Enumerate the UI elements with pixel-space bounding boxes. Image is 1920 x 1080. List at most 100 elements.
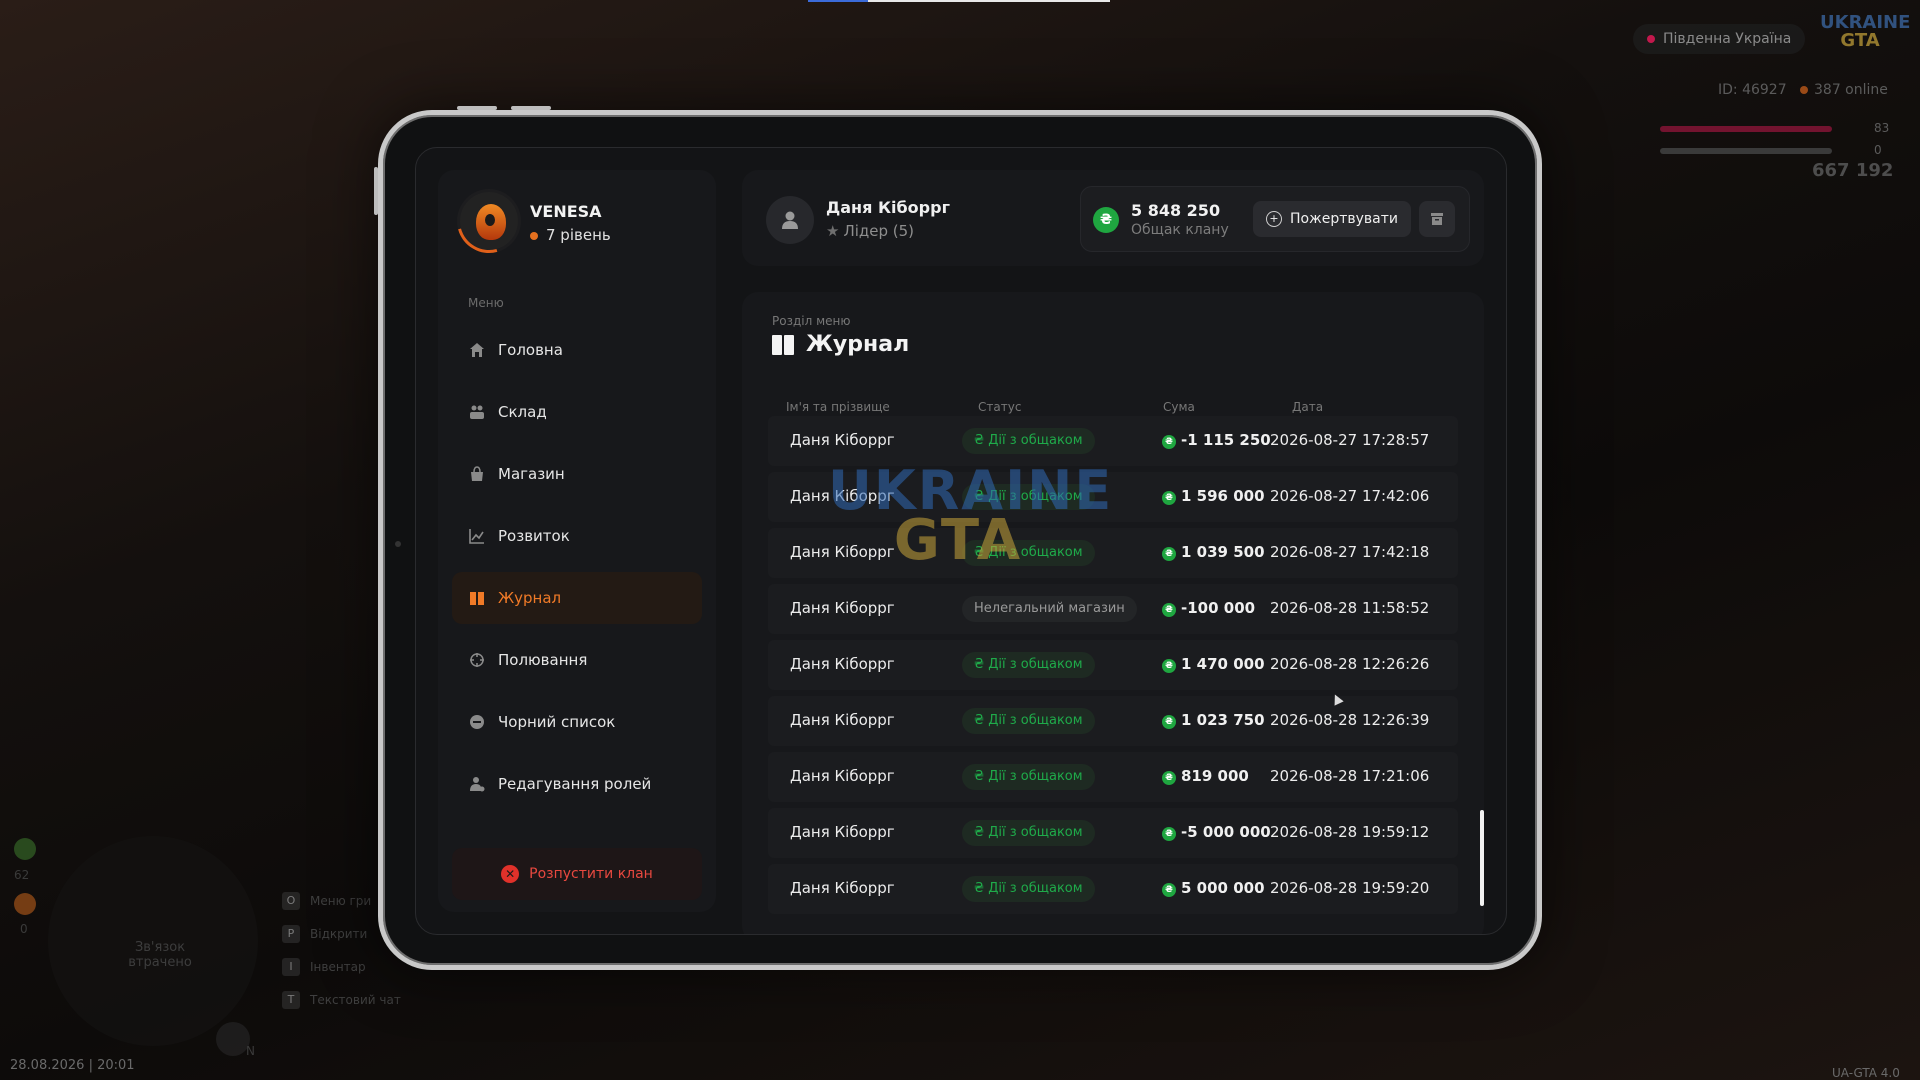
withdraw-button[interactable] [1419,201,1455,237]
tablet-button [511,106,551,110]
disband-label: Розпустити клан [529,866,653,882]
online-count: 387 online [1800,82,1888,98]
amount-value: 1 023 750 [1181,711,1265,729]
hryvnia-coin-icon: ₴ [1162,491,1176,505]
row-date: 2026-08-28 19:59:12 [1270,823,1430,841]
status-label: Дії з общаком [988,881,1083,896]
row-name: Даня Кіборрг [790,823,895,841]
sidebar-item-label: Редагування ролей [498,775,652,793]
online-label: 387 online [1814,82,1888,98]
sidebar-item-label: Головна [498,341,563,359]
sidebar-item-home[interactable]: Головна [452,324,702,376]
box-icon [1431,213,1443,225]
region-dot-icon [1647,35,1655,43]
row-amount: ₴ 819 000 [1162,767,1249,785]
region-badge: Південна Україна [1633,24,1806,54]
tablet-screen: VENESA 7 рівень Меню Головна Склад Магаз… [415,147,1507,935]
row-date: 2026-08-27 17:42:18 [1270,543,1430,561]
key-label: Текстовий чат [310,992,401,1007]
clan-level: 7 рівень [530,226,611,244]
armor-bar [1660,148,1832,154]
status-badge: ₴ Дії з общаком [962,708,1095,734]
row-amount: ₴ 1 470 000 [1162,655,1265,673]
status-value-2: 0 [20,922,28,936]
row-amount: ₴ 1 039 500 [1162,543,1265,561]
plus-icon: + [1266,211,1282,227]
donate-button[interactable]: + Пожертвувати [1253,201,1411,237]
tablet-button [457,106,497,110]
row-name: Даня Кіборрг [790,879,895,897]
status-badge: ₴ Дії з общаком [962,876,1095,902]
tablet-button [374,167,378,215]
clan-bank: ₴ 5 848 250 Общак клану + Пожертвувати [1080,186,1470,252]
loading-bar [808,0,1110,2]
amount-value: 1 039 500 [1181,543,1265,561]
table-row: Даня Кіборрг ₴ Дії з общаком ₴ 1 470 000 … [768,640,1458,690]
section-caption: Розділ меню [772,314,851,328]
status-label: Дії з общаком [988,433,1083,448]
row-date: 2026-08-28 11:58:52 [1270,599,1430,617]
bank-label: Общак клану [1131,222,1229,238]
armor-value: 0 [1874,143,1882,157]
user-role-label: Лідер (5) [843,222,915,240]
user-avatar [766,196,814,244]
row-name: Даня Кіборрг [790,711,895,729]
table-row: Даня Кіборрг ₴ Дії з общаком ₴ 1 596 000 … [768,472,1458,522]
warehouse-icon [468,403,486,421]
connection-status: Зв'язок втрачено [128,940,192,970]
key-cap: O [282,891,300,910]
hryvnia-coin-icon: ₴ [1162,883,1176,897]
amount-value: -5 000 000 [1181,823,1271,841]
status-badge: ₴ Дії з общаком [962,764,1095,790]
sidebar-item-label: Полювання [498,651,588,669]
journal-icon [468,589,486,607]
row-date: 2026-08-28 12:26:39 [1270,711,1430,729]
datetime: 28.08.2026 | 20:01 [10,1058,135,1073]
sidebar-item-shop[interactable]: Магазин [452,448,702,500]
row-amount: ₴ -5 000 000 [1162,823,1271,841]
table-row: Даня Кіборрг ₴ Дії з общаком ₴ 5 000 000 … [768,864,1458,914]
health-value: 83 [1874,121,1890,135]
user-role-icon [468,775,486,793]
thirst-status-icon [14,893,36,915]
hryvnia-coin-icon: ₴ [1162,659,1176,673]
block-icon [468,713,486,731]
disband-clan-button[interactable]: ✕ Розпустити клан [452,848,702,900]
status-value-1: 62 [14,868,30,882]
clan-crest-icon [474,202,508,242]
region-label: Південна Україна [1663,31,1792,47]
row-date: 2026-08-28 19:59:20 [1270,879,1430,897]
donate-label: Пожертвувати [1290,211,1398,227]
logo-bottom: GTA [1840,30,1880,51]
amount-value: 819 000 [1181,767,1249,785]
sidebar-item-warehouse[interactable]: Склад [452,386,702,438]
user-icon [782,211,798,229]
amount-value: 1 596 000 [1181,487,1265,505]
camera-icon [395,541,401,547]
key-label: Відкрити [310,926,368,941]
close-icon: ✕ [501,865,520,883]
health-bar [1660,126,1832,132]
sidebar-item-roles[interactable]: Редагування ролей [452,758,702,810]
sidebar-item-development[interactable]: Розвиток [452,510,702,562]
hryvnia-coin-icon: ₴ [1162,827,1176,841]
table-row: Даня Кіборрг ₴ Дії з общаком ₴ -5 000 000… [768,808,1458,858]
scrollbar[interactable] [1480,810,1484,906]
status-badge: Нелегальний магазин [962,596,1137,622]
status-badge: ₴ Дії з общаком [962,484,1095,510]
sidebar-item-label: Чорний список [498,713,616,731]
sidebar-item-hunting[interactable]: Полювання [452,634,702,686]
sidebar-item-journal[interactable]: Журнал [452,572,702,624]
row-date: 2026-08-28 17:21:06 [1270,767,1430,785]
crosshair-icon [468,651,486,669]
menu-caption: Меню [468,296,504,310]
column-status: Статус [978,400,1022,414]
hryvnia-coin-icon: ₴ [1162,715,1176,729]
table-row: Даня Кіборрг ₴ Дії з общаком ₴ 819 000 20… [768,752,1458,802]
status-label: Дії з общаком [988,825,1083,840]
hryvnia-coin-icon: ₴ [1162,771,1176,785]
level-dot-icon [530,231,538,240]
row-date: 2026-08-27 17:28:57 [1270,431,1430,449]
sidebar-item-blacklist[interactable]: Чорний список [452,696,702,748]
row-name: Даня Кіборрг [790,655,895,673]
